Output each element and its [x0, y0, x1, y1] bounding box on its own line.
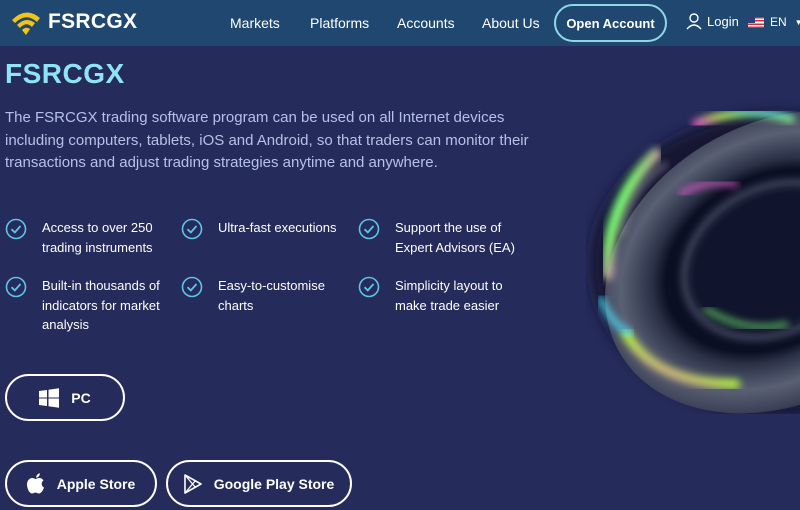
- feature-item: Built-in thousands of indicators for mar…: [5, 276, 175, 335]
- caret-down-icon: ▼: [794, 17, 800, 27]
- apple-store-button[interactable]: Apple Store: [5, 460, 157, 507]
- page-title: FSRCGX: [5, 58, 125, 89]
- feature-text: Easy-to-customise charts: [218, 278, 325, 313]
- feature-text: Built-in thousands of indicators for mar…: [42, 278, 160, 332]
- google-play-label: Google Play Store: [213, 475, 335, 492]
- google-play-icon: [183, 473, 202, 494]
- us-flag-icon: [748, 16, 764, 28]
- feature-item: Access to over 250 trading instruments: [5, 218, 175, 257]
- feature-item: Ultra-fast executions: [181, 218, 351, 240]
- feature-item: Support the use of Expert Advisors (EA): [358, 218, 533, 257]
- check-circle-icon: [358, 276, 380, 298]
- wifi-logo-icon: [12, 12, 40, 35]
- iridescent-torus-graphic: [586, 84, 800, 414]
- login-label: Login: [707, 14, 739, 29]
- language-selector[interactable]: EN ▼: [748, 15, 800, 29]
- nav-accounts[interactable]: Accounts: [397, 15, 455, 31]
- brand-logo[interactable]: FSRCGX: [10, 8, 137, 36]
- pc-download-button[interactable]: PC: [5, 374, 125, 421]
- feature-item: Easy-to-customise charts: [181, 276, 351, 315]
- feature-text: Simplicity layout to make trade easier: [395, 278, 503, 313]
- feature-text: Support the use of Expert Advisors (EA): [395, 220, 515, 255]
- windows-icon: [39, 387, 60, 408]
- check-circle-icon: [181, 218, 203, 240]
- brand-name: FSRCGX: [48, 10, 138, 33]
- nav-markets[interactable]: Markets: [230, 15, 280, 31]
- top-navigation-bar: FSRCGX Markets Platforms Accounts About …: [0, 0, 800, 46]
- check-circle-icon: [358, 218, 380, 240]
- pc-label: PC: [71, 389, 91, 406]
- nav-platforms[interactable]: Platforms: [310, 15, 369, 31]
- apple-icon: [26, 473, 44, 494]
- check-circle-icon: [5, 276, 27, 298]
- nav-about-us[interactable]: About Us: [482, 15, 540, 31]
- open-account-button[interactable]: Open Account: [554, 4, 667, 42]
- check-circle-icon: [181, 276, 203, 298]
- apple-store-label: Apple Store: [56, 475, 136, 492]
- feature-item: Simplicity layout to make trade easier: [358, 276, 533, 315]
- google-play-button[interactable]: Google Play Store: [166, 460, 352, 507]
- user-icon: [686, 13, 702, 30]
- feature-text: Ultra-fast executions: [218, 220, 337, 235]
- login-link[interactable]: Login: [686, 13, 739, 30]
- check-circle-icon: [5, 218, 27, 240]
- hero-description: The FSRCGX trading software program can …: [5, 109, 529, 171]
- feature-text: Access to over 250 trading instruments: [42, 220, 153, 255]
- language-label: EN: [770, 15, 787, 29]
